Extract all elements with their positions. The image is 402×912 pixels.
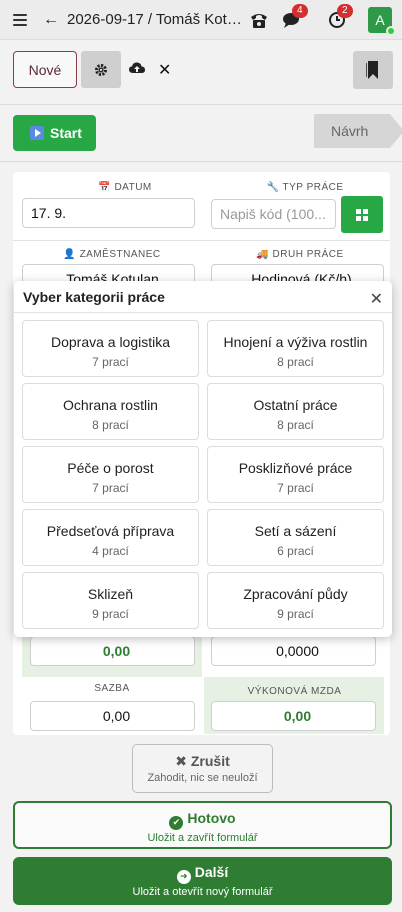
grid-icon [356,208,368,221]
rate-label: SAZBA [94,683,130,694]
kind-label: 🚚 DRUH PRÁCE [256,249,344,260]
wrench-icon: 🔧 [266,182,280,193]
category-count: 7 prací [92,355,129,369]
category-card[interactable]: Sklizeň 9 prací [22,572,199,629]
amount-value: 0,00 [30,636,195,666]
category-card[interactable]: Zpracování půdy 9 prací [207,572,384,629]
next-button[interactable]: ➜ Další Uložit a otevřít nový formulář [13,857,392,905]
calendar-icon: 📅 [98,182,112,193]
start-button[interactable]: Start [13,115,96,151]
bookmark-button[interactable] [353,51,393,89]
category-card[interactable]: Ostatní práce 8 prací [207,383,384,440]
close-icon: ✖ [175,753,187,769]
category-count: 7 prací [92,481,129,495]
done-label: Hotovo [187,810,236,826]
hamburger-menu-icon[interactable] [13,13,27,26]
category-card[interactable]: Hnojení a výživa rostlin 8 prací [207,320,384,377]
category-count: 8 prací [277,355,314,369]
category-count: 4 prací [92,544,129,558]
category-name: Péče o porost [67,460,154,476]
divider [13,240,390,241]
category-card[interactable]: Doprava a logistika 7 prací [22,320,199,377]
category-card[interactable]: Péče o porost 7 prací [22,446,199,503]
clock-badge: 2 [337,4,353,18]
category-name: Ochrana rostlin [63,397,158,413]
clock-icon[interactable]: 2 [325,4,353,32]
close-icon[interactable]: ✕ [158,60,171,80]
play-icon [30,126,44,140]
settings-button[interactable] [81,51,121,88]
done-sublabel: Uložit a zavřít formulář [147,831,258,844]
arrow-right-icon: ➜ [176,869,191,884]
category-name: Setí a sázení [254,523,337,539]
online-status-dot [386,26,396,36]
top-bar: ← 2026-09-17 / Tomáš Kotul... 4 2 A [0,0,402,40]
user-icon: 👤 [63,249,77,260]
category-name: Ostatní práce [253,397,338,413]
draft-label: Návrh [331,123,369,139]
gear-icon [95,63,107,76]
draft-button[interactable]: Návrh [314,114,402,148]
modal-close-icon[interactable]: ✕ [370,289,383,309]
worktype-label: 🔧 TYP PRÁCE [266,182,344,193]
bookmark-icon [366,61,378,79]
chat-icon[interactable]: 4 [280,4,308,32]
category-grid-button[interactable] [341,196,383,233]
next-label: Další [194,864,229,880]
avatar[interactable]: A [368,7,396,36]
start-label: Start [50,125,82,141]
avatar-letter: A [375,12,385,28]
truck-icon: 🚚 [256,249,270,260]
modal-title: Vyber kategorii práce [14,281,392,313]
divider [0,161,402,162]
category-name: Hnojení a výživa rostlin [223,334,368,350]
breadcrumb[interactable]: 2026-09-17 / Tomáš Kotul... [67,11,247,28]
worktype-code-input[interactable]: Napiš kód (100... [211,199,336,229]
amount2-field[interactable]: 0,0000 [211,636,376,666]
category-count: 8 prací [277,418,314,432]
wage-label: VÝKONOVÁ MZDA [247,686,342,697]
cloud-upload-icon[interactable] [129,61,145,79]
back-arrow-icon[interactable]: ← [43,11,59,29]
category-count: 9 prací [92,607,129,621]
date-label: 📅 DATUM [98,182,152,193]
phone-icon[interactable] [247,8,271,32]
cancel-label: Zrušit [190,753,230,769]
done-button[interactable]: ✔ Hotovo Uložit a zavřít formulář [13,801,392,849]
check-icon: ✔ [169,815,184,830]
category-count: 9 prací [277,607,314,621]
category-card[interactable]: Předseťová příprava 4 prací [22,509,199,566]
rate-field[interactable]: 0,00 [30,701,195,731]
category-card[interactable]: Setí a sázení 6 prací [207,509,384,566]
category-name: Doprava a logistika [50,334,171,350]
chat-badge: 4 [292,4,308,18]
category-grid: Doprava a logistika 7 prací Hnojení a výž… [22,320,384,629]
category-count: 6 prací [277,544,314,558]
divider [0,104,402,105]
wage-value: 0,00 [211,701,376,731]
category-modal: Vyber kategorii práce ✕ Doprava a logist… [14,281,392,637]
category-name: Sklizeň [87,586,134,602]
category-count: 8 prací [92,418,129,432]
cancel-button[interactable]: ✖ Zrušit Zahodit, nic se neuloží [132,744,273,793]
category-name: Zpracování půdy [243,586,348,602]
category-name: Posklizňové práce [238,460,353,476]
date-field[interactable]: 17. 9. [22,198,195,228]
category-count: 7 prací [277,481,314,495]
new-button[interactable]: Nové [13,51,77,88]
category-name: Předseťová příprava [46,523,175,539]
next-sublabel: Uložit a otevřít nový formulář [132,885,273,898]
category-card[interactable]: Ochrana rostlin 8 prací [22,383,199,440]
category-card[interactable]: Posklizňové práce 7 prací [207,446,384,503]
employee-label: 👤 ZAMĚSTNANEC [63,249,161,260]
cancel-sublabel: Zahodit, nic se neuloží [147,772,258,784]
